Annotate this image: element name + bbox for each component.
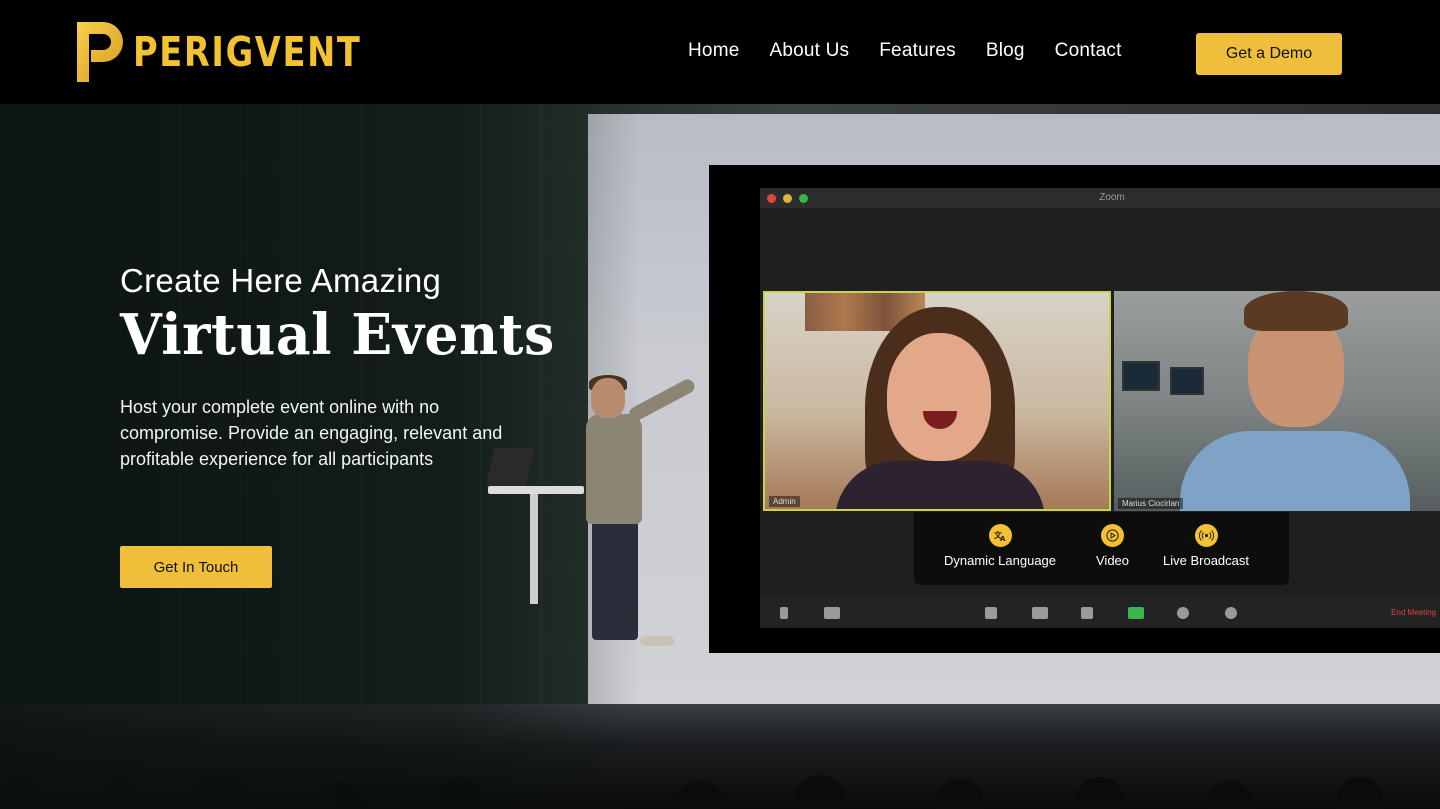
- presenter-head: [591, 378, 625, 418]
- nav-home[interactable]: Home: [688, 40, 739, 62]
- reactions-icon: [1225, 607, 1237, 619]
- main-nav: Home About Us Features Blog Contact: [688, 40, 1152, 62]
- podium-image: [488, 486, 584, 494]
- camera-icon: [824, 607, 840, 619]
- office-monitor: [1122, 361, 1160, 391]
- feature-highlights: 文A Dynamic Language Video Live Broadcast: [914, 512, 1289, 585]
- hero-content: Create Here Amazing Virtual Events Host …: [120, 262, 573, 472]
- window-titlebar: Zoom: [760, 188, 1440, 208]
- feature-label: Video: [1096, 553, 1130, 568]
- nav-contact[interactable]: Contact: [1055, 40, 1122, 62]
- call-toolbar: End Meeting: [760, 598, 1440, 628]
- hero-pretitle: Create Here Amazing: [120, 262, 442, 299]
- presenter-legs: [592, 520, 638, 640]
- brand-name: PERIGVENT: [133, 28, 362, 76]
- participants-icon: [1032, 607, 1048, 619]
- p-logo-icon: [77, 22, 123, 82]
- broadcast-icon: [1194, 524, 1218, 547]
- video-tile-admin: Admin: [763, 291, 1111, 511]
- nav-features[interactable]: Features: [879, 40, 956, 62]
- presenter-shoe: [640, 636, 674, 646]
- feature-video: Video: [1096, 524, 1129, 568]
- get-demo-button[interactable]: Get a Demo: [1196, 33, 1342, 75]
- microphone-icon: [780, 607, 788, 619]
- office-monitor: [1170, 367, 1204, 395]
- participant-face: [887, 333, 991, 461]
- podium-leg: [530, 494, 538, 604]
- hero-title: Virtual Events: [120, 302, 555, 368]
- participant-name: Marius Ciocirlan: [1118, 498, 1184, 509]
- nav-about-us[interactable]: About Us: [769, 40, 849, 62]
- participant-hair: [1244, 291, 1348, 331]
- record-icon: [1177, 607, 1189, 619]
- participant-body: [835, 461, 1045, 509]
- presenter-body: [586, 414, 642, 524]
- end-meeting-label: End Meeting: [1391, 608, 1436, 617]
- video-tile-marius: Marius Ciocirlan: [1114, 291, 1440, 511]
- site-header: PERIGVENT Home About Us Features Blog Co…: [0, 0, 1440, 104]
- translate-icon: 文A: [988, 524, 1012, 547]
- feature-label: Dynamic Language: [944, 553, 1057, 568]
- security-icon: [985, 607, 997, 619]
- participant-body: [1180, 431, 1410, 511]
- participant-name: Admin: [769, 496, 800, 507]
- feature-dynamic-language: 文A Dynamic Language: [944, 524, 1056, 568]
- window-title: Zoom: [1099, 192, 1125, 203]
- nav-blog[interactable]: Blog: [986, 40, 1025, 62]
- get-in-touch-button[interactable]: Get In Touch: [120, 546, 272, 588]
- play-icon: [1101, 524, 1124, 547]
- brand-logo[interactable]: PERIGVENT: [77, 22, 412, 82]
- hero-description: Host your complete event online with no …: [120, 397, 503, 469]
- feature-label: Live Broadcast: [1163, 553, 1249, 568]
- chat-icon: [1081, 607, 1093, 619]
- share-screen-icon: [1128, 607, 1144, 619]
- svg-text:A: A: [1000, 535, 1006, 542]
- feature-live-broadcast: Live Broadcast: [1163, 524, 1249, 568]
